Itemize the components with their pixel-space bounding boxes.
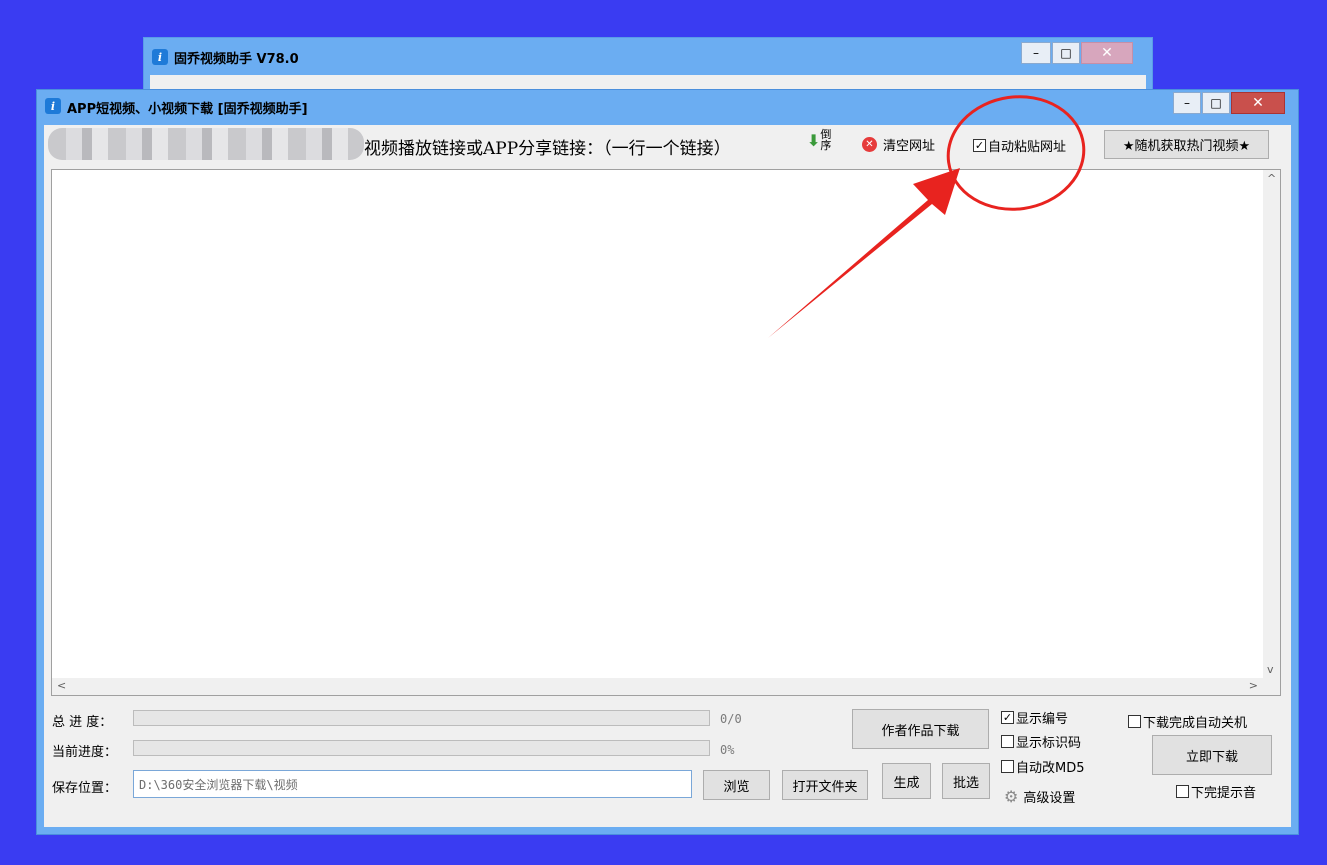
clear-icon: ✕ [862, 137, 877, 152]
show-id-code-label: 显示标识码 [1016, 736, 1082, 751]
checkbox-unchecked-icon [1176, 785, 1189, 798]
main-window-client: 视频播放链接或APP分享链接：（一行一个链接） ⬇ 倒序 ✕ 清空网址 ✓ 自动… [44, 125, 1291, 827]
reverse-order-button[interactable]: ⬇ 倒序 [807, 129, 832, 151]
save-path-input[interactable]: D:\360安全浏览器下载\视频 [133, 770, 692, 798]
main-window-title: APP短视频、小视频下载 [固乔视频助手] [67, 102, 308, 117]
current-progress-bar [133, 740, 710, 756]
checkbox-checked-icon: ✓ [973, 139, 986, 152]
browse-button[interactable]: 浏览 [703, 770, 770, 800]
main-window[interactable]: i APP短视频、小视频下载 [固乔视频助手] – □ ✕ 视频播放链接或APP… [36, 89, 1299, 835]
close-button[interactable]: ✕ [1081, 42, 1133, 64]
total-progress-text: 0/0 [720, 712, 742, 726]
reverse-order-label: 倒序 [820, 128, 832, 152]
show-number-label: 显示编号 [1016, 712, 1069, 727]
scroll-down-icon[interactable]: v [1267, 663, 1274, 676]
checkbox-unchecked-icon [1128, 715, 1141, 728]
background-window-title: 固乔视频助手 V78.0 [174, 52, 299, 67]
done-sound-label: 下完提示音 [1191, 786, 1257, 801]
total-progress-label: 总 进 度： [52, 715, 113, 730]
done-sound-checkbox[interactable]: 下完提示音 [1176, 782, 1256, 801]
checkbox-unchecked-icon [1001, 735, 1014, 748]
auto-paste-checkbox[interactable]: ✓ 自动粘贴网址 [973, 136, 1066, 155]
open-folder-button[interactable]: 打开文件夹 [782, 770, 868, 800]
maximize-button[interactable]: □ [1202, 92, 1230, 114]
checkbox-checked-icon: ✓ [1001, 711, 1014, 724]
total-progress-bar [133, 710, 710, 726]
auto-paste-label: 自动粘贴网址 [988, 140, 1067, 155]
link-prompt-label: 视频播放链接或APP分享链接：（一行一个链接） [364, 139, 731, 159]
author-works-download-button[interactable]: 作者作品下载 [852, 709, 989, 749]
background-window[interactable]: i 固乔视频助手 V78.0 – □ ✕ [143, 37, 1153, 97]
advanced-settings-button[interactable]: ⚙ 高级设置 [1004, 787, 1075, 806]
batch-select-button[interactable]: 批选 [942, 763, 990, 799]
clear-urls-label: 清空网址 [883, 139, 936, 154]
minimize-button[interactable]: – [1021, 42, 1051, 64]
shutdown-after-download-checkbox[interactable]: 下载完成自动关机 [1128, 712, 1247, 731]
gear-icon: ⚙ [1004, 787, 1019, 806]
generate-button[interactable]: 生成 [882, 763, 931, 799]
app-icon: i [152, 49, 168, 65]
show-id-code-checkbox[interactable]: 显示标识码 [1001, 732, 1081, 751]
save-location-label: 保存位置： [52, 781, 118, 796]
scroll-up-icon[interactable]: ^ [1267, 172, 1276, 185]
link-input-textarea[interactable]: ^ v < > [51, 169, 1281, 696]
down-arrow-icon: ⬇ [807, 130, 821, 150]
checkbox-unchecked-icon [1001, 760, 1014, 773]
random-hot-video-button[interactable]: ★随机获取热门视频★ [1104, 130, 1269, 159]
current-progress-label: 当前进度： [52, 745, 118, 760]
show-number-checkbox[interactable]: ✓ 显示编号 [1001, 708, 1068, 727]
toolbar: 视频播放链接或APP分享链接：（一行一个链接） ⬇ 倒序 ✕ 清空网址 ✓ 自动… [44, 125, 1291, 165]
vertical-scrollbar[interactable]: ^ v [1263, 170, 1280, 678]
clear-urls-button[interactable]: ✕ 清空网址 [862, 135, 935, 154]
current-progress-text: 0% [720, 743, 735, 757]
minimize-button[interactable]: – [1173, 92, 1201, 114]
shutdown-after-download-label: 下载完成自动关机 [1143, 716, 1248, 731]
blurred-region [48, 128, 364, 160]
horizontal-scrollbar[interactable]: < > [52, 678, 1280, 695]
scroll-left-icon[interactable]: < [57, 679, 66, 692]
close-button[interactable]: ✕ [1231, 92, 1285, 114]
auto-md5-checkbox[interactable]: 自动改MD5 [1001, 757, 1085, 776]
advanced-settings-label: 高级设置 [1023, 791, 1076, 806]
download-now-button[interactable]: 立即下载 [1152, 735, 1272, 775]
scroll-right-icon[interactable]: > [1249, 679, 1258, 692]
auto-md5-label: 自动改MD5 [1016, 761, 1085, 776]
maximize-button[interactable]: □ [1052, 42, 1080, 64]
app-icon: i [45, 98, 61, 114]
